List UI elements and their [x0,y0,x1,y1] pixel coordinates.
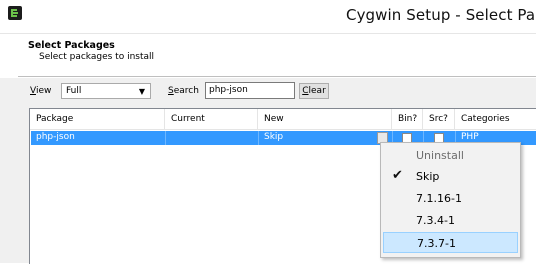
list-header: Package Current New Bin? Src? Categories [30,109,536,130]
page-title: Select Packages [28,40,115,51]
page-header: Select Packages Select packages to insta… [0,34,536,78]
search-label: Search [168,86,199,96]
title-bar: Cygwin Setup - Select Pac [0,0,536,34]
search-input[interactable]: php-json [205,82,295,99]
menu-item-7-1-16-1[interactable]: 7.1.16-1 [383,188,518,209]
clear-button[interactable]: Clear [299,83,329,99]
column-header-current[interactable]: Current [165,109,258,129]
column-header-src[interactable]: Src? [423,109,455,129]
cell-package: php-json [36,132,75,142]
chevron-down-icon: ▼ [138,86,146,96]
version-dropdown-menu: Uninstall ✔ Skip 7.1.16-1 7.3.4-1 7.3.7-… [380,142,521,258]
cell-current [166,131,258,145]
search-label-text: earch [173,86,199,96]
menu-item-7-3-7-1[interactable]: 7.3.7-1 [383,232,518,253]
menu-item-skip[interactable]: ✔ Skip [383,166,518,187]
column-header-categories[interactable]: Categories [455,109,536,129]
menu-item-uninstall[interactable]: Uninstall [383,145,518,166]
cygwin-app-icon [8,6,22,20]
column-header-new[interactable]: New [258,109,392,129]
column-header-package[interactable]: Package [30,109,165,129]
search-input-value: php-json [209,85,248,95]
cell-new[interactable]: Skip [259,131,392,145]
view-label-text: iew [35,86,52,96]
menu-item-7-3-4-1[interactable]: 7.3.4-1 [383,210,518,231]
view-select[interactable]: Full ▼ [61,83,151,99]
header-divider [18,76,536,77]
view-label: View [30,86,51,96]
column-header-bin[interactable]: Bin? [392,109,423,129]
view-select-value: Full [66,86,82,96]
page-subtitle: Select packages to install [39,52,155,62]
window-title: Cygwin Setup - Select Pac [346,6,536,24]
checkmark-icon: ✔ [392,168,403,183]
clear-button-text: lear [308,86,326,96]
